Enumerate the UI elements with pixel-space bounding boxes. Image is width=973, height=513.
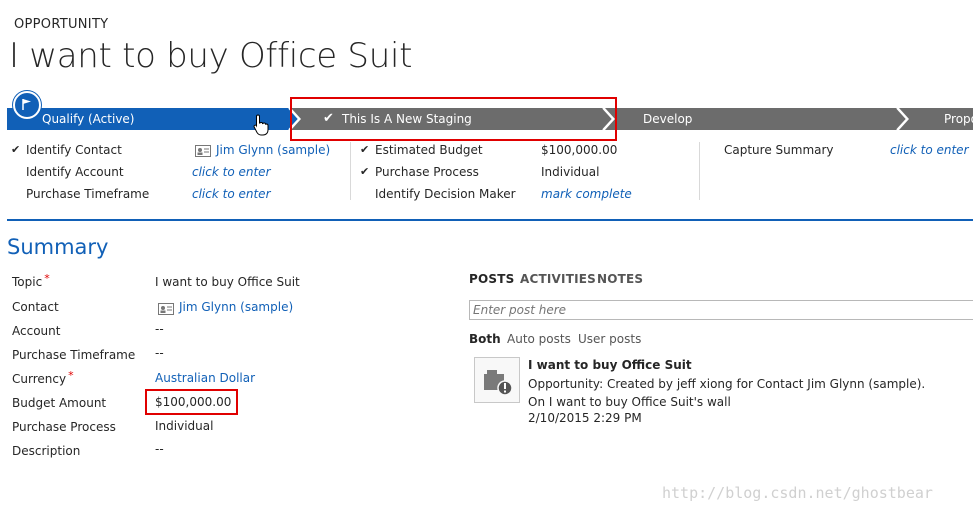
field-value-contact[interactable]: Jim Glynn (sample)	[179, 300, 293, 314]
stage-field-input[interactable]: click to enter	[192, 164, 271, 180]
field-label-topic: Topic *	[12, 272, 50, 289]
section-divider	[7, 219, 973, 221]
contact-card-icon	[158, 300, 174, 319]
stage-develop[interactable]: Develop	[643, 108, 692, 130]
mark-complete-link[interactable]: mark complete	[541, 186, 632, 202]
field-value-topic[interactable]: I want to buy Office Suit	[155, 275, 300, 289]
field-value-description[interactable]: --	[155, 442, 164, 456]
stage-field-label: Purchase Process	[375, 165, 479, 179]
auto-post-icon	[474, 357, 520, 403]
section-heading-summary: Summary	[7, 235, 109, 259]
checkmark-icon: ✔	[360, 165, 370, 178]
field-label-purchase-timeframe: Purchase Timeframe	[12, 348, 136, 362]
tab-notes[interactable]: NOTES	[597, 272, 643, 286]
required-indicator: *	[68, 369, 74, 382]
field-label-budget-amount: Budget Amount	[12, 396, 107, 410]
field-value-currency[interactable]: Australian Dollar	[155, 371, 255, 385]
field-value-account[interactable]: --	[155, 322, 164, 336]
post-input[interactable]	[469, 300, 973, 320]
stage-contact-link[interactable]: Jim Glynn (sample)	[216, 142, 330, 158]
divider	[699, 142, 700, 200]
checkmark-icon: ✔	[360, 143, 370, 156]
stage-field-value[interactable]: Individual	[541, 164, 599, 180]
field-label-contact: Contact	[12, 300, 59, 314]
field-value-purchase-process[interactable]: Individual	[155, 419, 213, 433]
stage-field-label: Capture Summary	[724, 143, 834, 157]
process-flag-icon[interactable]	[13, 91, 41, 119]
field-label-purchase-process: Purchase Process	[12, 420, 116, 434]
stage-field-label: Identify Contact	[26, 143, 122, 157]
filter-user-posts[interactable]: User posts	[578, 332, 641, 346]
stage-field-label: Identify Account	[26, 165, 124, 179]
field-value-purchase-timeframe[interactable]: --	[155, 346, 164, 360]
stage-field-label: Estimated Budget	[375, 143, 483, 157]
post-wall-line: On I want to buy Office Suit's wall	[528, 395, 731, 409]
stage-field-label: Identify Decision Maker	[375, 187, 516, 201]
post-title[interactable]: I want to buy Office Suit	[528, 358, 692, 372]
post-timestamp: 2/10/2015 2:29 PM	[528, 411, 642, 425]
stage-field-label: Purchase Timeframe	[26, 187, 150, 201]
post-description: Opportunity: Created by jeff xiong for C…	[528, 377, 926, 391]
stage-field-input[interactable]: click to enter	[192, 186, 271, 202]
stage-field-input[interactable]: click to enter	[890, 142, 969, 158]
contact-card-icon	[195, 142, 211, 158]
stage-propose[interactable]: Propo	[944, 108, 973, 130]
annotation-highlight-budget	[145, 389, 238, 415]
watermark: http://blog.csdn.net/ghostbear	[662, 484, 933, 502]
tab-activities[interactable]: ACTIVITIES	[520, 272, 596, 286]
filter-auto-posts[interactable]: Auto posts	[507, 332, 571, 346]
post-author-link[interactable]: jeff xiong	[677, 377, 733, 391]
divider	[350, 142, 351, 200]
stage-field-value[interactable]: $100,000.00	[541, 142, 617, 158]
field-label-currency: Currency *	[12, 369, 74, 386]
entity-type-label: OPPORTUNITY	[14, 17, 109, 32]
required-indicator: *	[44, 272, 50, 285]
field-label-description: Description	[12, 444, 81, 458]
page-title: I want to buy Office Suit	[9, 36, 413, 76]
stage-qualify[interactable]: Qualify (Active)	[42, 108, 134, 130]
filter-both[interactable]: Both	[469, 332, 501, 346]
annotation-highlight-stage	[290, 97, 617, 141]
tab-posts[interactable]: POSTS	[469, 272, 514, 286]
field-label-account: Account	[12, 324, 61, 338]
hand-cursor-icon	[253, 114, 269, 140]
checkmark-icon: ✔	[11, 143, 21, 156]
